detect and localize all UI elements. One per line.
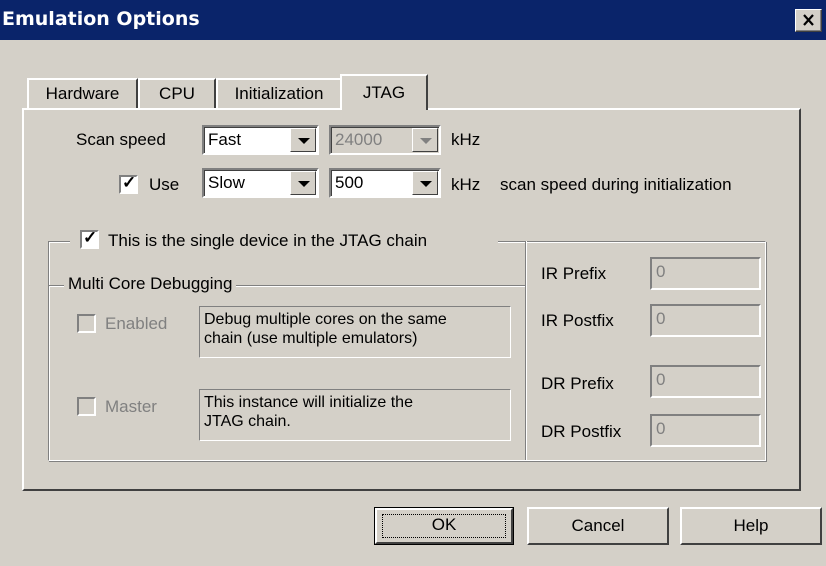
tab-label: Initialization <box>234 84 324 103</box>
cancel-label: Cancel <box>571 516 625 535</box>
ir-prefix-label: IR Prefix <box>541 264 607 283</box>
tab-hardware[interactable]: Hardware <box>27 78 138 108</box>
single-device-legend: ✓ This is the single device in the JTAG … <box>70 228 498 254</box>
enabled-description: Debug multiple cores on the same chain (… <box>199 306 511 358</box>
master-description-line1: This instance will initialize the <box>204 394 413 411</box>
chevron-down-icon <box>420 181 432 187</box>
ir-prefix-value: 0 <box>656 262 666 281</box>
checkmark-icon: ✓ <box>122 173 137 192</box>
dr-postfix-value: 0 <box>656 419 666 438</box>
scan-speed-select[interactable]: Fast <box>202 125 319 155</box>
dr-postfix-field: 0 <box>650 414 761 447</box>
init-speed-select[interactable]: Slow <box>202 168 319 198</box>
ir-postfix-value: 0 <box>656 309 666 328</box>
tab-initialization[interactable]: Initialization <box>216 78 342 108</box>
ok-button[interactable]: OK <box>374 507 514 545</box>
init-unit-label: kHz <box>451 175 481 194</box>
close-icon <box>803 14 814 26</box>
tab-jtag[interactable]: JTAG <box>340 74 428 110</box>
chevron-down-icon <box>298 138 310 144</box>
scan-unit-label: kHz <box>451 130 481 149</box>
dr-prefix-field: 0 <box>650 365 761 398</box>
scan-frequency-value: 24000 <box>335 130 383 149</box>
help-label: Help <box>733 516 769 535</box>
enabled-description-line2: chain (use multiple emulators) <box>204 330 418 347</box>
enabled-description-line1: Debug multiple cores on the same <box>204 311 447 328</box>
use-init-speed-checkbox[interactable]: ✓ <box>119 173 138 194</box>
dr-prefix-label: DR Prefix <box>541 374 614 393</box>
window-title: Emulation Options <box>2 8 200 30</box>
dr-postfix-label: DR Postfix <box>541 422 622 441</box>
dr-prefix-value: 0 <box>656 370 666 389</box>
init-speed-dropdown-button[interactable] <box>290 171 316 195</box>
ir-postfix-field: 0 <box>650 304 761 337</box>
master-description: This instance will initialize the JTAG c… <box>199 389 511 441</box>
scan-speed-value: Fast <box>208 130 242 149</box>
close-button[interactable] <box>795 9 822 32</box>
master-label: Master <box>105 397 157 416</box>
tab-label: Hardware <box>45 84 120 103</box>
multi-core-legend: Multi Core Debugging <box>64 274 237 294</box>
ir-postfix-label: IR Postfix <box>541 311 614 330</box>
tab-label: JTAG <box>362 83 406 102</box>
init-speed-description: scan speed during initialization <box>500 175 732 194</box>
ir-prefix-field: 0 <box>650 257 761 290</box>
master-checkbox <box>77 397 96 416</box>
use-label: Use <box>149 175 180 194</box>
scan-frequency-select: 24000 <box>329 125 441 155</box>
chevron-down-icon <box>298 181 310 187</box>
init-speed-value: Slow <box>208 173 245 192</box>
emulation-options-dialog: Emulation Options Hardware CPU Initializ… <box>0 0 826 566</box>
tab-cpu[interactable]: CPU <box>138 78 216 108</box>
init-frequency-select[interactable]: 500 <box>329 168 441 198</box>
enabled-label: Enabled <box>105 314 168 333</box>
scan-frequency-dropdown-button <box>412 128 438 152</box>
single-device-checkbox[interactable]: ✓ <box>80 228 99 249</box>
ok-label: OK <box>431 515 457 534</box>
master-description-line2: JTAG chain. <box>204 413 291 430</box>
scan-speed-label: Scan speed <box>76 130 166 149</box>
cancel-button[interactable]: Cancel <box>527 507 669 545</box>
enabled-checkbox <box>77 314 96 333</box>
vertical-divider-highlight <box>526 241 527 460</box>
init-frequency-value: 500 <box>335 173 364 192</box>
chevron-down-icon <box>420 138 432 144</box>
help-button[interactable]: Help <box>680 507 822 545</box>
single-device-label[interactable]: This is the single device in the JTAG ch… <box>108 231 427 251</box>
scan-speed-dropdown-button[interactable] <box>290 128 316 152</box>
init-frequency-dropdown-button[interactable] <box>412 171 438 195</box>
checkmark-icon: ✓ <box>83 228 98 247</box>
tab-label: CPU <box>159 84 195 103</box>
